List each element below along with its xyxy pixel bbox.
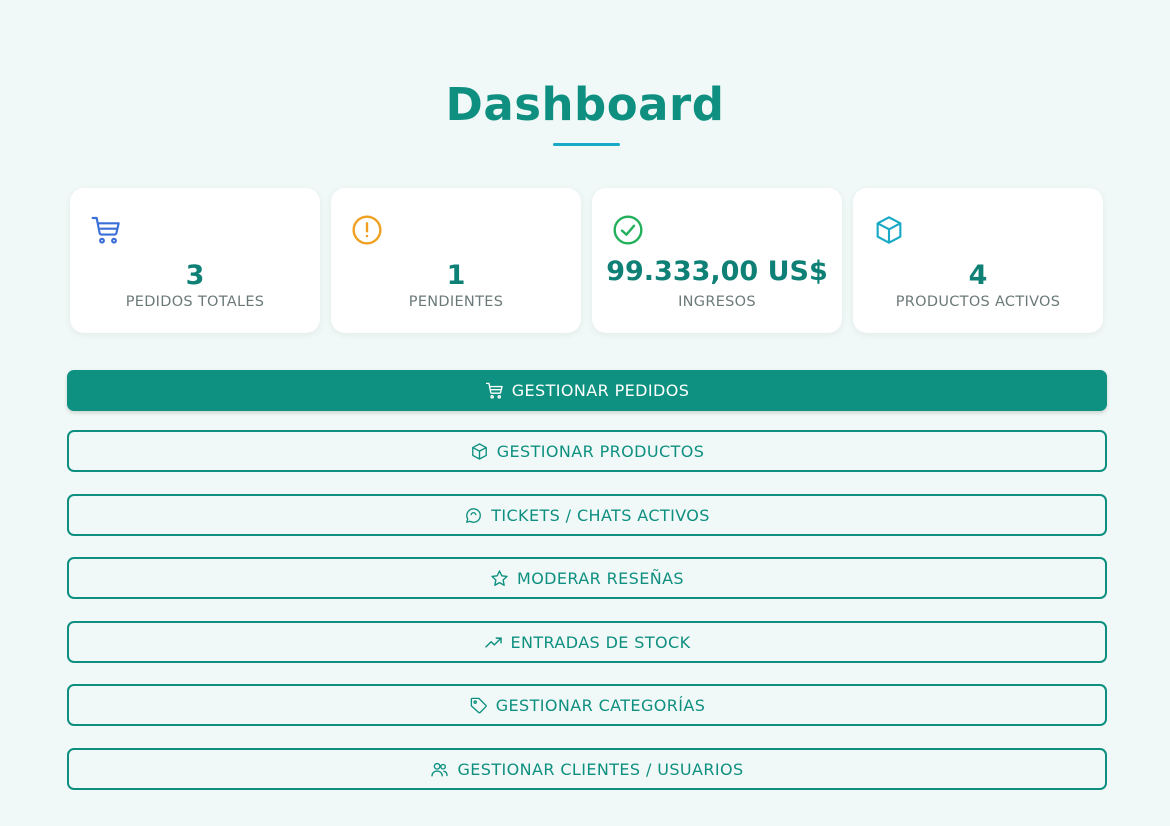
stat-card-total-orders: 3 PEDIDOS TOTALES: [70, 188, 320, 333]
moderate-reviews-button[interactable]: MODERAR RESEÑAS: [67, 557, 1107, 599]
dashboard-page: Dashboard 3 PEDIDOS TOTALES 1 PENDIENTES…: [0, 0, 1170, 826]
title-underline: [553, 143, 620, 146]
manage-categories-button[interactable]: GESTIONAR CATEGORÍAS: [67, 684, 1107, 726]
alert-circle-icon: [351, 214, 383, 246]
manage-users-button[interactable]: GESTIONAR CLIENTES / USUARIOS: [67, 748, 1107, 790]
button-label: GESTIONAR PEDIDOS: [511, 381, 690, 400]
button-label: GESTIONAR CATEGORÍAS: [495, 695, 706, 715]
stat-card-income: 99.333,00 US$ INGRESOS: [592, 188, 842, 333]
stat-label: PEDIDOS TOTALES: [125, 294, 265, 310]
stat-value: 99.333,00 US$: [606, 256, 828, 287]
stat-label: PRODUCTOS ACTIVOS: [895, 294, 1061, 310]
tickets-chats-button[interactable]: TICKETS / CHATS ACTIVOS: [67, 494, 1107, 536]
page-title: Dashboard: [445, 78, 725, 131]
box-icon: [470, 442, 489, 461]
manage-orders-button[interactable]: GESTIONAR PEDIDOS: [67, 370, 1107, 411]
button-label: TICKETS / CHATS ACTIVOS: [491, 505, 710, 525]
stat-label: INGRESOS: [678, 294, 756, 310]
tag-icon: [469, 696, 488, 715]
stat-value: 4: [968, 260, 988, 291]
stat-value: 3: [185, 260, 205, 291]
trending-up-icon: [484, 633, 503, 652]
users-icon: [430, 760, 449, 779]
check-circle-icon: [612, 214, 644, 246]
stat-label: PENDIENTES: [408, 294, 504, 310]
button-label: MODERAR RESEÑAS: [516, 568, 684, 588]
stock-entries-button[interactable]: ENTRADAS DE STOCK: [67, 621, 1107, 663]
stat-card-active-products: 4 PRODUCTOS ACTIVOS: [853, 188, 1103, 333]
button-label: GESTIONAR CLIENTES / USUARIOS: [457, 759, 744, 779]
button-label: ENTRADAS DE STOCK: [510, 632, 691, 652]
stats-row: 3 PEDIDOS TOTALES 1 PENDIENTES 99.333,00…: [70, 188, 1103, 333]
cart-icon: [90, 214, 122, 246]
stat-value: 1: [446, 260, 466, 291]
button-label: GESTIONAR PRODUCTOS: [496, 441, 705, 461]
box-icon: [873, 214, 905, 246]
stat-card-pending: 1 PENDIENTES: [331, 188, 581, 333]
chat-icon: [464, 506, 483, 525]
cart-icon: [485, 381, 504, 400]
star-icon: [490, 569, 509, 588]
manage-products-button[interactable]: GESTIONAR PRODUCTOS: [67, 430, 1107, 472]
